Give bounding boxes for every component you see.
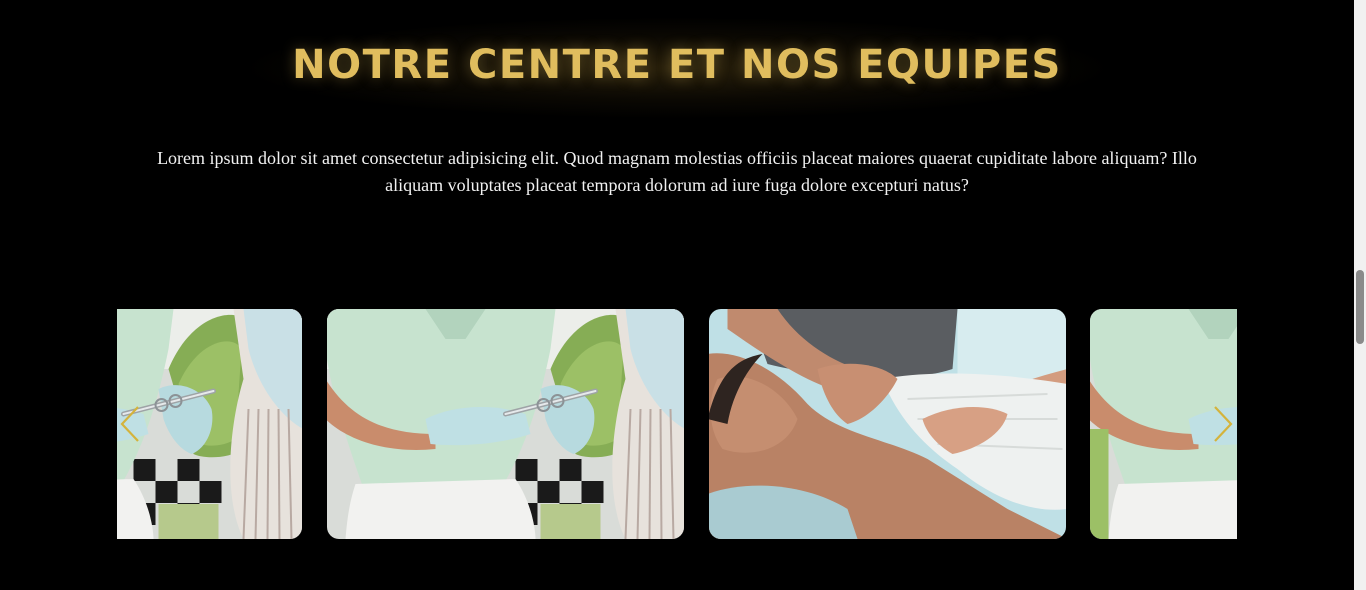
carousel-slide[interactable]	[327, 309, 684, 539]
chevron-right-icon	[1214, 406, 1233, 442]
carousel-slide[interactable]	[709, 309, 1066, 539]
carousel-prev-button[interactable]	[119, 404, 141, 444]
dental-injection-photo	[327, 309, 684, 539]
massage-therapy-photo	[709, 309, 1066, 539]
section-description: Lorem ipsum dolor sit amet consectetur a…	[157, 148, 1197, 195]
chevron-left-icon	[120, 406, 139, 442]
dental-injection-photo	[117, 309, 302, 539]
scrollbar-thumb[interactable]	[1356, 270, 1364, 344]
team-section: NOTRE CENTRE ET NOS EQUIPES Lorem ipsum …	[0, 0, 1354, 590]
carousel-next-button[interactable]	[1212, 404, 1234, 444]
image-carousel[interactable]	[117, 309, 1237, 539]
carousel-slide[interactable]	[117, 309, 302, 539]
page-scrollbar[interactable]	[1354, 0, 1366, 590]
section-title: NOTRE CENTRE ET NOS EQUIPES	[292, 42, 1062, 88]
